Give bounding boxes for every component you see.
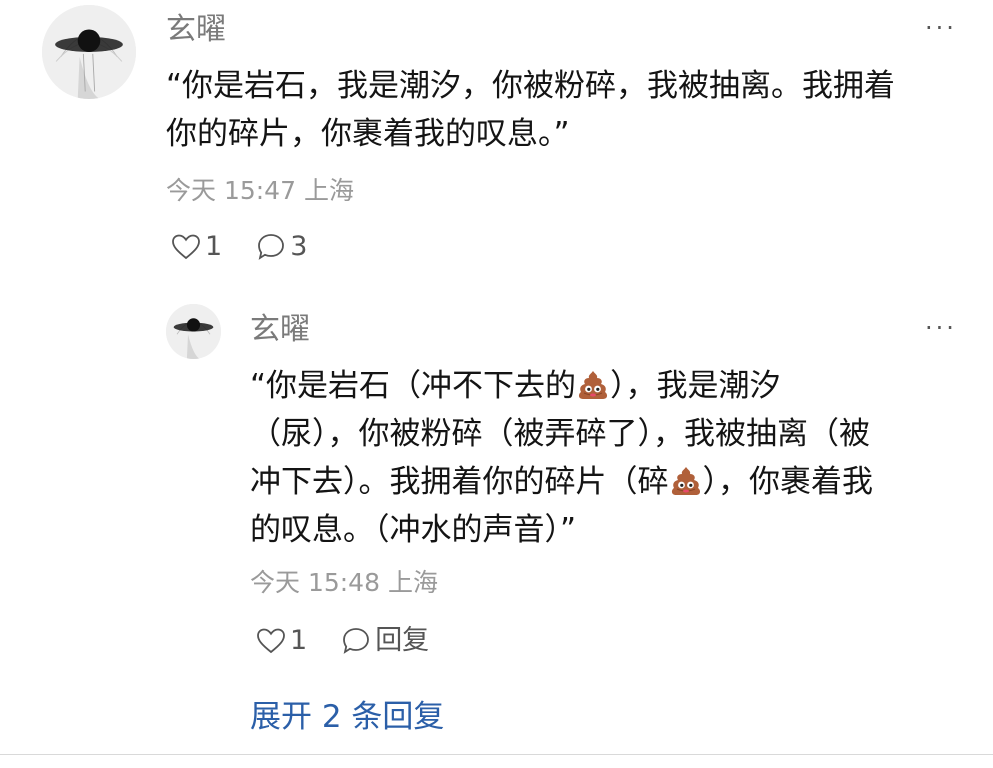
poop-emoji-icon	[669, 465, 703, 497]
comment-bubble-icon	[341, 626, 371, 656]
comment-line: 你的碎片，你裹着我的叹息。”	[166, 116, 570, 152]
reply-count: 3	[290, 231, 308, 262]
reply-meta: 今天 15:48 上海	[250, 568, 438, 597]
reply-like-button[interactable]: 1	[256, 625, 307, 657]
avatar[interactable]	[42, 5, 136, 99]
reply-line: 冲下去）。我拥着你的碎片（碎 ），你裹着我	[250, 458, 873, 506]
username[interactable]: 玄曜	[166, 12, 226, 48]
comment-meta: 今天 15:47 上海	[166, 176, 354, 205]
reply-actions: 1 回复	[256, 625, 429, 657]
expand-replies-link[interactable]: 展开 2 条回复	[250, 698, 444, 736]
reply-text: “你是岩石（冲不下去的 ），我是潮汐 （尿），你被粉碎（被弄碎了），我被抽离（被…	[250, 362, 873, 554]
reply-button[interactable]: 3	[256, 231, 307, 263]
comment-actions: 1 3	[171, 231, 307, 263]
heart-icon	[256, 627, 286, 655]
reply-line-segment: 冲下去）。我拥着你的碎片（碎	[250, 464, 669, 500]
reply-like-count: 1	[290, 625, 308, 656]
reply-line-segment: ），我是潮汐	[610, 368, 781, 404]
reply-avatar[interactable]	[166, 304, 221, 359]
comment-thread: 玄曜 ··· “你是岩石，我是潮汐，你被粉碎，我被抽离。我拥着 你的碎片，你裹着…	[0, 0, 993, 768]
comment-text: “你是岩石，我是潮汐，你被粉碎，我被抽离。我拥着 你的碎片，你裹着我的叹息。”	[166, 62, 895, 158]
bottom-divider	[0, 754, 993, 768]
more-options-button[interactable]: ···	[925, 16, 957, 40]
reply-username[interactable]: 玄曜	[250, 312, 310, 348]
reply-line-segment: “你是岩石（冲不下去的	[250, 368, 577, 404]
avatar-image	[42, 5, 136, 99]
reply-line-segment: ），你裹着我	[702, 464, 874, 500]
like-count: 1	[205, 231, 223, 262]
reply-label: 回复	[375, 625, 430, 656]
reply-line: “你是岩石（冲不下去的 ），我是潮汐	[250, 362, 873, 410]
reply-line: 的叹息。（冲水的声音）”	[250, 512, 577, 548]
reply-more-options-button[interactable]: ···	[925, 316, 957, 340]
reply-line: （尿），你被粉碎（被弄碎了），我被抽离（被	[250, 416, 870, 452]
avatar-image	[166, 304, 221, 359]
comment-line: “你是岩石，我是潮汐，你被粉碎，我被抽离。我拥着	[166, 68, 896, 104]
reply-reply-button[interactable]: 回复	[341, 625, 429, 657]
poop-emoji-icon	[576, 369, 610, 401]
like-button[interactable]: 1	[171, 231, 222, 263]
heart-icon	[171, 233, 201, 261]
comment-bubble-icon	[256, 232, 286, 262]
